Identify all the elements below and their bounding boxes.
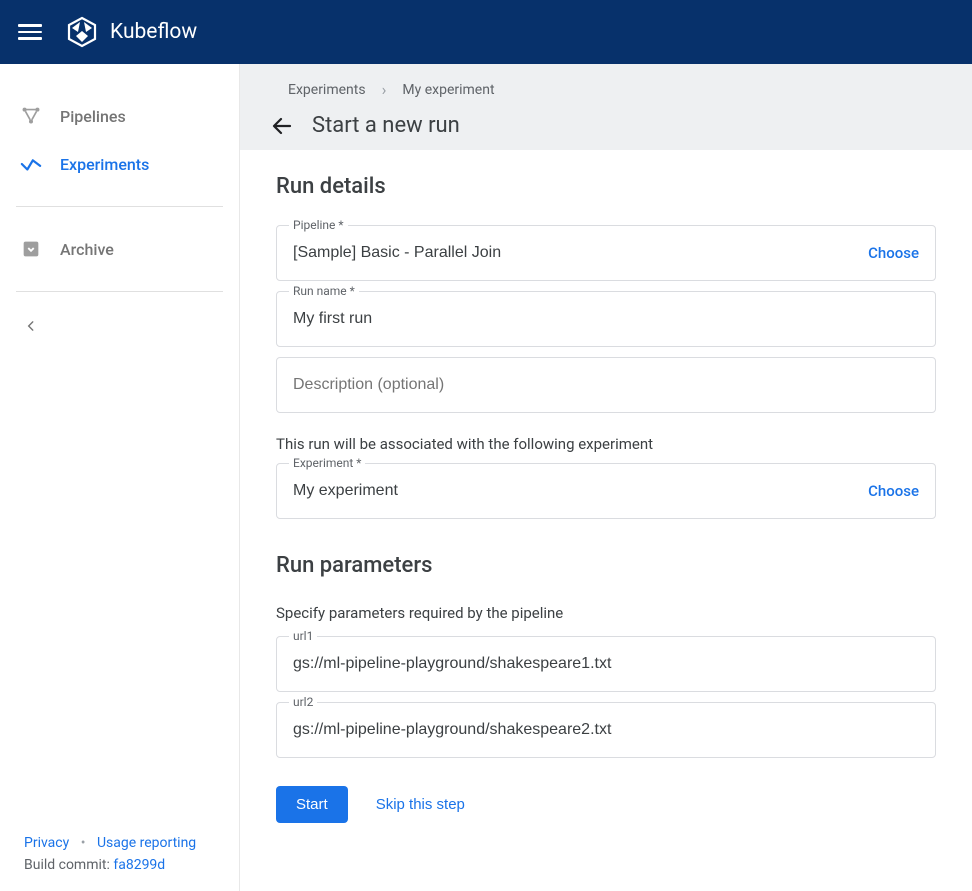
run-name-field[interactable]: Run name * [276, 291, 936, 347]
hamburger-menu-icon[interactable] [18, 20, 42, 44]
chevron-right-icon: › [382, 80, 387, 99]
privacy-link[interactable]: Privacy [24, 835, 69, 851]
breadcrumb-my-experiment[interactable]: My experiment [402, 82, 494, 98]
app-header: Kubeflow [0, 0, 972, 64]
pipeline-label: Pipeline * [289, 218, 348, 232]
collapse-sidebar-button[interactable] [0, 310, 239, 345]
description-input[interactable] [293, 376, 919, 394]
sidebar-divider [16, 291, 223, 292]
dot-separator: • [81, 835, 86, 851]
breadcrumb: Experiments › My experiment [288, 80, 924, 99]
run-name-input[interactable] [293, 310, 919, 328]
sidebar-item-pipelines[interactable]: Pipelines [0, 92, 239, 140]
chevron-left-icon [24, 319, 38, 333]
param-url2-input[interactable] [293, 721, 919, 739]
back-arrow-icon[interactable] [270, 114, 294, 138]
sidebar-item-label: Experiments [60, 155, 149, 174]
form-content: Run details Pipeline * Choose Run name *… [240, 150, 972, 891]
experiments-icon [20, 153, 42, 175]
param-label: url2 [289, 695, 317, 709]
experiment-field[interactable]: Experiment * Choose [276, 463, 936, 519]
build-commit-label: Build commit: [24, 857, 110, 873]
description-field[interactable] [276, 357, 936, 413]
run-parameters-subtext: Specify parameters required by the pipel… [276, 604, 936, 622]
param-label: url1 [289, 629, 317, 643]
param-url1-input[interactable] [293, 655, 919, 673]
experiment-label: Experiment * [289, 456, 365, 470]
choose-experiment-button[interactable]: Choose [868, 482, 919, 500]
skip-step-button[interactable]: Skip this step [376, 796, 465, 813]
kubeflow-logo-icon [66, 16, 98, 48]
build-commit-link[interactable]: fa8299d [113, 857, 165, 873]
sidebar-item-label: Pipelines [60, 107, 126, 126]
pipeline-input[interactable] [293, 244, 868, 262]
pipelines-icon [20, 105, 42, 127]
main-area: Experiments › My experiment Start a new … [240, 64, 972, 891]
run-name-label: Run name * [289, 284, 359, 298]
usage-reporting-link[interactable]: Usage reporting [97, 835, 196, 851]
breadcrumb-experiments[interactable]: Experiments [288, 82, 366, 98]
form-actions: Start Skip this step [276, 786, 936, 823]
experiment-association-note: This run will be associated with the fol… [276, 435, 936, 453]
sidebar-item-archive[interactable]: Archive [0, 225, 239, 273]
param-url2-field[interactable]: url2 [276, 702, 936, 758]
choose-pipeline-button[interactable]: Choose [868, 244, 919, 262]
param-url1-field[interactable]: url1 [276, 636, 936, 692]
pipeline-field[interactable]: Pipeline * Choose [276, 225, 936, 281]
sidebar-item-experiments[interactable]: Experiments [0, 140, 239, 188]
sidebar-divider [16, 206, 223, 207]
experiment-input[interactable] [293, 482, 868, 500]
page-title: Start a new run [312, 113, 460, 138]
archive-icon [20, 238, 42, 260]
page-header: Experiments › My experiment Start a new … [240, 64, 972, 150]
run-parameters-heading: Run parameters [276, 553, 936, 578]
sidebar: Pipelines Experiments Archive [0, 64, 240, 891]
run-details-heading: Run details [276, 174, 936, 199]
sidebar-item-label: Archive [60, 240, 114, 259]
sidebar-footer: Privacy • Usage reporting Build commit: … [0, 835, 239, 891]
brand-name: Kubeflow [110, 20, 197, 44]
start-button[interactable]: Start [276, 786, 348, 823]
